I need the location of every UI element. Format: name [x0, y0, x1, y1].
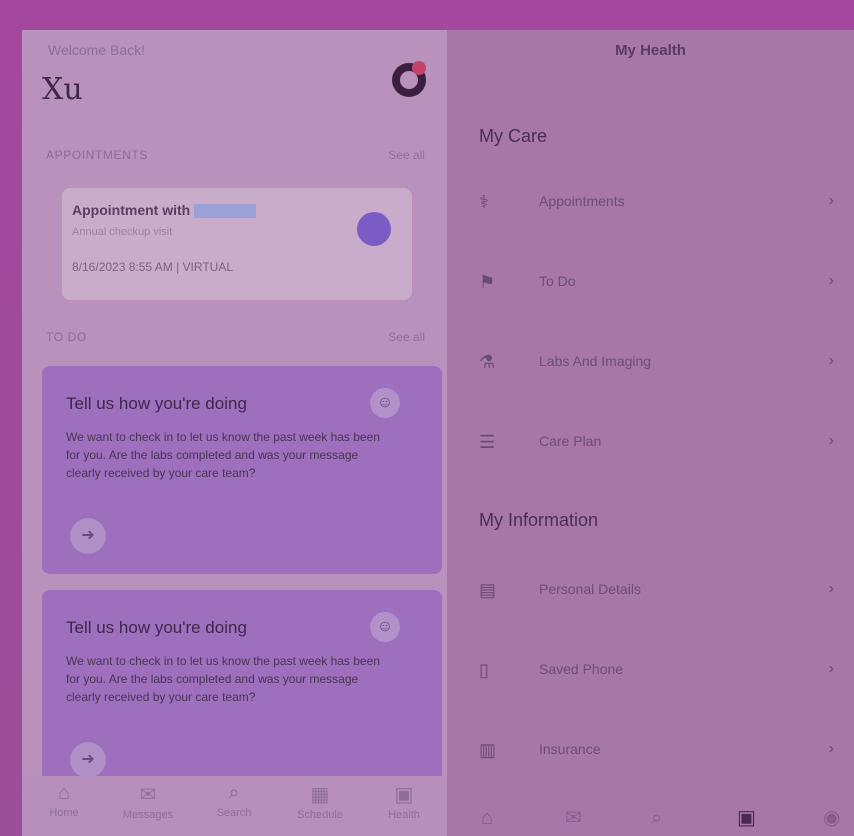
- tab-label: Health: [388, 809, 420, 821]
- video-icon[interactable]: [357, 212, 391, 246]
- survey-icon: ☺: [370, 388, 400, 418]
- survey-icon: ☺: [370, 612, 400, 642]
- home-screen: Welcome Back! Xu APPOINTMENTS See all Ap…: [22, 30, 447, 836]
- appointment-card[interactable]: Appointment with Annual checkup visit 8/…: [62, 188, 412, 300]
- list-item-saved-phone[interactable]: ▯ Saved Phone ›: [447, 630, 854, 710]
- chevron-right-icon: ›: [828, 352, 834, 369]
- my-information-section-title: My Information: [479, 510, 599, 530]
- todo-card[interactable]: Tell us how you're doing We want to chec…: [42, 590, 442, 798]
- todo-card[interactable]: Tell us how you're doing We want to chec…: [42, 366, 442, 574]
- tab-label: Schedule: [297, 809, 343, 821]
- health-icon: ▣: [394, 784, 414, 806]
- insurance-icon: ▥: [479, 740, 497, 760]
- search-icon[interactable]: ⌕: [651, 807, 662, 830]
- chevron-right-icon: ›: [828, 432, 834, 449]
- appointment-title-text: Appointment with: [72, 202, 191, 218]
- search-icon: ⌕: [228, 782, 240, 804]
- list-item-label: Labs And Imaging: [539, 353, 652, 369]
- flask-icon: ⚗: [479, 352, 496, 372]
- chevron-right-icon: ›: [828, 660, 834, 677]
- appointment-subtitle: Annual checkup visit: [72, 226, 173, 238]
- health-icon[interactable]: ▣: [737, 805, 756, 830]
- tab-search[interactable]: ⌕ Search: [204, 782, 264, 819]
- clipboard-icon: ☰: [479, 432, 496, 452]
- appointments-section-title: APPOINTMENTS: [46, 148, 148, 162]
- list-item-appointments[interactable]: ⚕ Appointments ›: [447, 162, 854, 242]
- list-item-care-plan[interactable]: ☰ Care Plan ›: [447, 402, 854, 482]
- my-health-screen: My Health My Care ⚕ Appointments › ⚑ To …: [447, 30, 854, 836]
- highlight-block: [194, 204, 257, 219]
- chevron-right-icon: ›: [828, 192, 834, 209]
- tab-schedule[interactable]: ▦ Schedule: [290, 782, 350, 821]
- tab-messages[interactable]: ✉ Messages: [118, 782, 178, 821]
- list-item-label: Appointments: [539, 193, 625, 209]
- calendar-icon: ▦: [310, 784, 330, 806]
- my-care-section-title: My Care: [479, 126, 548, 146]
- list-item-label: To Do: [539, 273, 576, 289]
- list-item-label: Saved Phone: [539, 661, 624, 677]
- home-icon: ⌂: [57, 782, 71, 804]
- appointment-meta: 8/16/2023 8:55 AM | VIRTUAL: [72, 260, 233, 274]
- home-icon[interactable]: ⌂: [481, 807, 493, 830]
- todo-see-all-link[interactable]: See all: [388, 330, 425, 344]
- arrow-right-icon[interactable]: ➜: [70, 742, 106, 778]
- flag-icon: ⚑: [479, 272, 496, 292]
- profile-icon[interactable]: ◉: [823, 805, 840, 830]
- welcome-text: Welcome Back!: [48, 42, 145, 58]
- app-logo-icon: [392, 61, 426, 97]
- list-item-insurance[interactable]: ▥ Insurance ›: [447, 710, 854, 790]
- app-frame: Welcome Back! Xu APPOINTMENTS See all Ap…: [0, 0, 854, 836]
- appointment-title: Appointment with: [72, 202, 257, 219]
- messages-icon[interactable]: ✉: [565, 805, 582, 830]
- tab-label: Messages: [122, 809, 174, 821]
- list-item-label: Personal Details: [539, 581, 641, 597]
- todo-body: We want to check in to let us know the p…: [66, 654, 380, 704]
- chevron-right-icon: ›: [828, 580, 834, 597]
- tab-label: Search: [216, 807, 252, 819]
- tab-label: Home: [49, 807, 79, 819]
- page-title: My Health: [615, 42, 686, 59]
- todo-title: Tell us how you're doing: [66, 618, 247, 637]
- chevron-right-icon: ›: [828, 272, 834, 289]
- chevron-right-icon: ›: [828, 740, 834, 757]
- list-item-personal-details[interactable]: ▤ Personal Details ›: [447, 550, 854, 630]
- todo-title: Tell us how you're doing: [66, 394, 247, 413]
- stethoscope-icon: ⚕: [479, 192, 489, 212]
- list-item-label: Insurance: [539, 741, 601, 757]
- user-name: Xu: [42, 72, 83, 107]
- list-item-labs[interactable]: ⚗ Labs And Imaging ›: [447, 322, 854, 402]
- todo-section-title: TO DO: [46, 330, 87, 344]
- messages-icon: ✉: [139, 784, 157, 806]
- tab-home[interactable]: ⌂ Home: [34, 782, 94, 819]
- bottom-tab-bar: ⌂ Home ✉ Messages ⌕ Search ▦ Schedule ▣ …: [22, 776, 447, 836]
- list-item-todo[interactable]: ⚑ To Do ›: [447, 242, 854, 322]
- appointments-see-all-link[interactable]: See all: [388, 148, 425, 162]
- todo-body: We want to check in to let us know the p…: [66, 430, 380, 480]
- bottom-tab-bar: ⌂ ✉ ⌕ ▣ ◉: [447, 796, 854, 836]
- list-item-label: Care Plan: [539, 433, 602, 449]
- tab-health[interactable]: ▣ Health: [374, 782, 434, 821]
- id-card-icon: ▤: [479, 580, 497, 600]
- phone-icon: ▯: [479, 660, 489, 680]
- arrow-right-icon[interactable]: ➜: [70, 518, 106, 554]
